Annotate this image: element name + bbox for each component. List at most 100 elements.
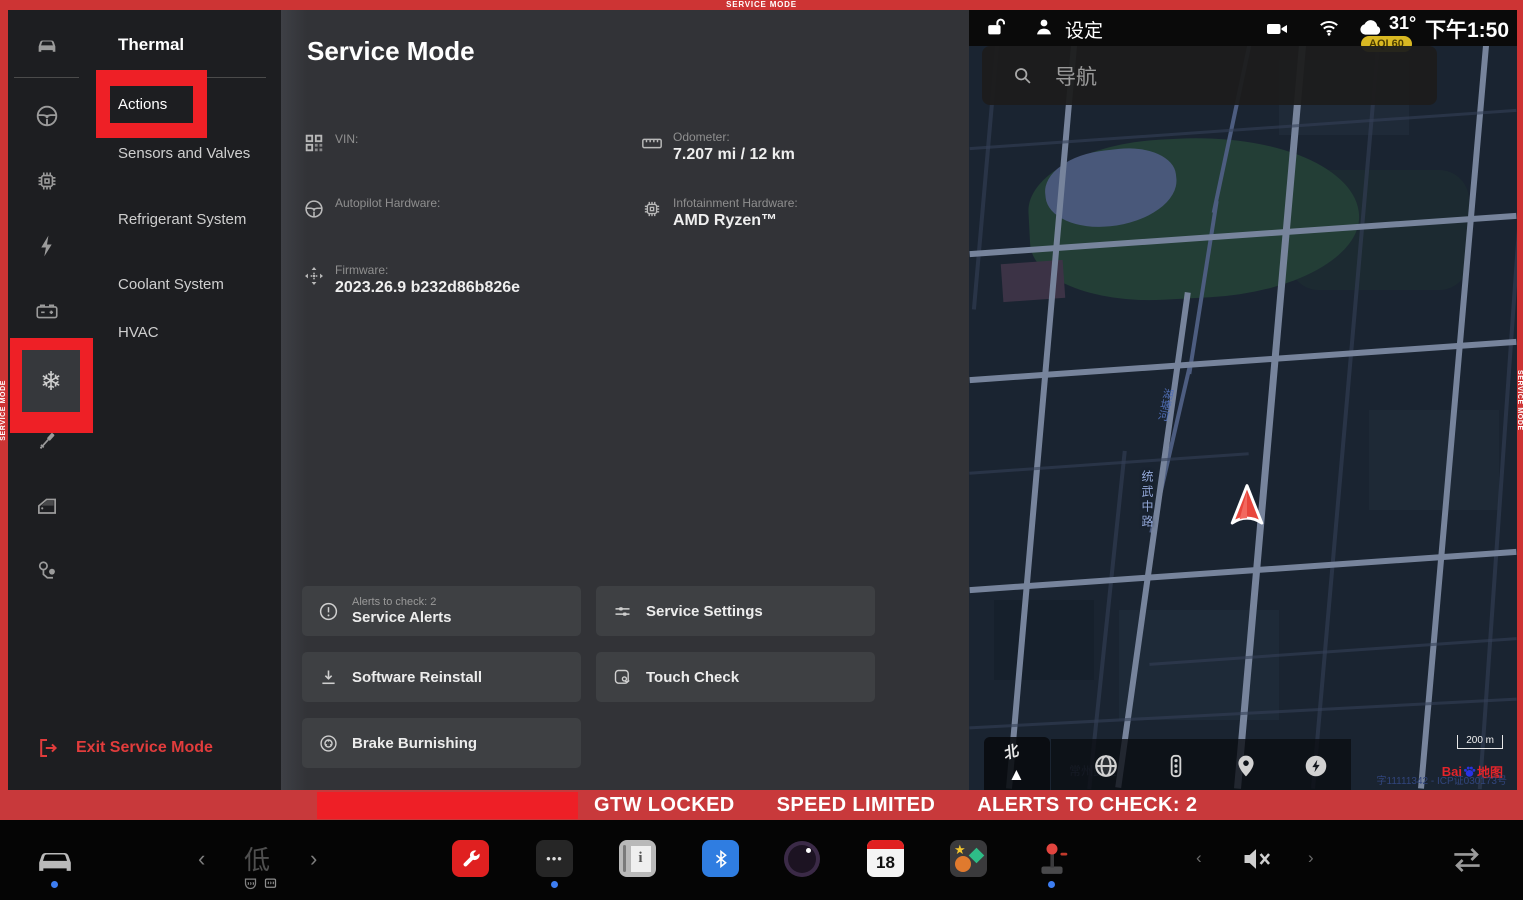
navigation-map[interactable]: 统武中路 湖塘河 常州武进 设定 31° 下午1:50 AQI 60 导航 北 … bbox=[969, 10, 1517, 790]
service-mode-left-edge: SERVICE MODE bbox=[0, 10, 8, 790]
clock: 下午1:50 bbox=[1425, 14, 1509, 44]
vehicle-app-button[interactable] bbox=[33, 842, 77, 876]
rear-defrost-icon[interactable] bbox=[263, 876, 278, 891]
vehicle-app-active-dot bbox=[51, 881, 58, 888]
camera-app-button[interactable] bbox=[783, 840, 821, 878]
sidebar-item-autopilot[interactable] bbox=[25, 94, 69, 138]
swap-display-icon[interactable] bbox=[1446, 842, 1488, 878]
odometer-label: Odometer: bbox=[673, 130, 795, 144]
map-road bbox=[1418, 11, 1492, 789]
theater-app-button[interactable]: ★ bbox=[950, 840, 987, 877]
map-controls-bar bbox=[1051, 739, 1351, 790]
map-road bbox=[1478, 11, 1517, 789]
unlocked-icon[interactable] bbox=[985, 16, 1007, 38]
button-label: Service Settings bbox=[646, 603, 763, 620]
map-road bbox=[969, 549, 1516, 593]
menu-item-actions[interactable]: Actions bbox=[110, 86, 193, 123]
sidebar-item-electronics[interactable] bbox=[25, 159, 69, 203]
menu-item-hvac[interactable]: HVAC bbox=[118, 324, 268, 342]
odometer-icon bbox=[641, 132, 663, 154]
charging-bolt-icon[interactable] bbox=[1303, 753, 1329, 779]
sidebar-item-airbag[interactable] bbox=[25, 549, 69, 593]
service-alerts-button[interactable]: Alerts to check: 2Service Alerts bbox=[302, 586, 581, 636]
dashcam-icon[interactable] bbox=[1265, 17, 1289, 39]
bluetooth-icon bbox=[711, 849, 731, 869]
app-launcher-button[interactable]: ••• bbox=[536, 840, 573, 877]
autopilot-label: Autopilot Hardware: bbox=[335, 196, 440, 210]
map-layers-globe-icon[interactable] bbox=[1093, 753, 1119, 779]
driver-profile-icon[interactable] bbox=[1033, 16, 1055, 38]
arcade-app-button[interactable] bbox=[1033, 838, 1071, 878]
brake-disc-icon bbox=[318, 733, 339, 754]
exit-icon bbox=[36, 736, 60, 760]
traffic-light-icon[interactable] bbox=[1163, 753, 1189, 779]
page-title: Service Mode bbox=[307, 36, 475, 67]
compass-arrow-icon: ▲ bbox=[1008, 765, 1025, 785]
touch-check-button[interactable]: Touch Check bbox=[596, 652, 875, 702]
front-defrost-icon[interactable] bbox=[243, 876, 258, 891]
button-label: Touch Check bbox=[646, 669, 739, 686]
odometer-value: 7.207 mi / 12 km bbox=[673, 146, 795, 164]
sidebar-item-closures[interactable] bbox=[25, 484, 69, 528]
wrench-icon bbox=[460, 848, 482, 870]
alerts-to-check-count: Alerts to check: 2 bbox=[352, 596, 452, 608]
calendar-app-button[interactable]: 18 bbox=[867, 840, 904, 877]
app-launcher-active-dot bbox=[551, 881, 558, 888]
lightning-icon bbox=[34, 233, 60, 259]
rail-divider bbox=[14, 77, 79, 78]
firmware-label: Firmware: bbox=[335, 263, 520, 277]
bluetooth-button[interactable] bbox=[702, 840, 739, 877]
menu-item-refrigerant-system[interactable]: Refrigerant System bbox=[118, 211, 268, 229]
map-status-bar: 设定 31° 下午1:50 bbox=[969, 10, 1517, 46]
software-reinstall-button[interactable]: Software Reinstall bbox=[302, 652, 581, 702]
arcade-app-active-dot bbox=[1048, 881, 1055, 888]
service-mode-top-banner: SERVICE MODE bbox=[0, 0, 1523, 10]
sidebar-item-battery[interactable] bbox=[25, 289, 69, 333]
owners-manual-button[interactable]: i bbox=[619, 840, 656, 877]
button-label: Service Alerts bbox=[352, 609, 452, 626]
vin-qr-icon bbox=[303, 132, 325, 154]
outside-temp: 31° bbox=[1389, 13, 1416, 34]
camera-lens-icon bbox=[784, 841, 820, 877]
gtw-locked-status: GTW LOCKED bbox=[594, 794, 735, 817]
volume-muted-icon[interactable] bbox=[1238, 844, 1278, 874]
service-settings-button[interactable]: Service Settings bbox=[596, 586, 875, 636]
sidebar-item-chassis[interactable] bbox=[25, 419, 69, 463]
sidebar-item-high-voltage[interactable] bbox=[25, 224, 69, 268]
infotainment-value: AMD Ryzen™ bbox=[673, 212, 798, 230]
compass-north-label: 北 bbox=[1003, 739, 1020, 765]
sidebar-item-vehicle[interactable] bbox=[25, 23, 69, 67]
settings-label[interactable]: 设定 bbox=[1065, 16, 1103, 43]
wifi-icon[interactable] bbox=[1317, 15, 1341, 39]
temp-decrease-chevron[interactable]: ‹ bbox=[198, 846, 205, 872]
next-track-chevron[interactable]: › bbox=[1308, 848, 1314, 868]
map-scale: 200 m bbox=[1457, 735, 1503, 749]
weather-cloud-icon[interactable] bbox=[1357, 13, 1385, 37]
menu-item-label: Actions bbox=[118, 96, 193, 114]
sidebar: ❄ Thermal Actions Sensors and Valves Ref… bbox=[8, 10, 281, 790]
touch-icon bbox=[612, 667, 633, 688]
menu-item-sensors-valves[interactable]: Sensors and Valves bbox=[118, 145, 268, 163]
map-pin-icon[interactable] bbox=[1233, 753, 1259, 779]
redacted-vin-strip bbox=[317, 792, 578, 819]
brake-burnishing-button[interactable]: Brake Burnishing bbox=[302, 718, 581, 768]
compass-tile[interactable]: 北 ▲ bbox=[984, 737, 1050, 790]
sidebar-item-thermal-active[interactable]: ❄ bbox=[22, 350, 80, 412]
search-placeholder: 导航 bbox=[1055, 61, 1097, 91]
navigation-search-bar[interactable]: 导航 bbox=[982, 46, 1437, 105]
temp-increase-chevron[interactable]: › bbox=[310, 846, 317, 872]
menu-title: Thermal bbox=[118, 35, 184, 55]
orange-circle-icon bbox=[955, 856, 971, 872]
exit-service-mode-button[interactable]: Exit Service Mode bbox=[36, 736, 213, 760]
info-vin: VIN: bbox=[303, 130, 358, 154]
tesla-service-mode-screen: SERVICE MODE SERVICE MODE SERVICE MODE ❄ bbox=[0, 0, 1523, 900]
calendar-day: 18 bbox=[876, 849, 895, 877]
calendar-header bbox=[867, 840, 904, 849]
manual-i-glyph: i bbox=[631, 846, 651, 872]
door-icon bbox=[34, 493, 60, 519]
climate-temp-display[interactable]: 低 bbox=[244, 840, 270, 877]
service-app-button[interactable] bbox=[452, 840, 489, 877]
info-odometer: Odometer: 7.207 mi / 12 km bbox=[641, 130, 795, 164]
previous-track-chevron[interactable]: ‹ bbox=[1196, 848, 1202, 868]
menu-item-coolant-system[interactable]: Coolant System bbox=[118, 276, 298, 294]
